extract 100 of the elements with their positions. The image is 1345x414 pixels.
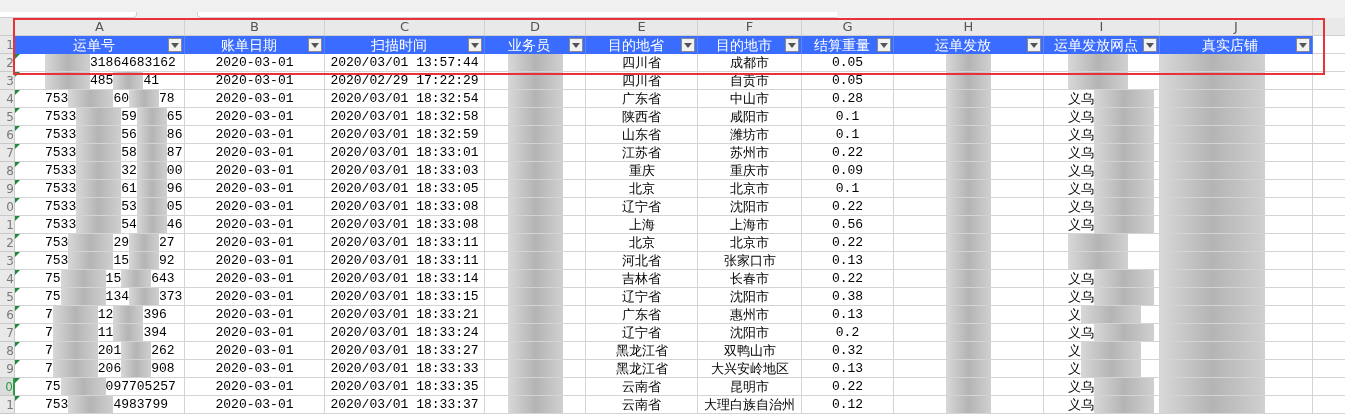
redaction-patch	[946, 306, 991, 323]
redaction-patch	[1094, 288, 1154, 305]
table-cell: 15	[113, 252, 129, 269]
redaction-patch	[121, 270, 152, 287]
filter-dropdown[interactable]	[1143, 38, 1157, 52]
filter-dropdown[interactable]	[308, 38, 322, 52]
caret-icon	[788, 42, 796, 48]
redaction-patch	[1081, 342, 1141, 359]
table-cell: 2020/03/01 18:33:14	[330, 270, 479, 287]
table-cell: 59	[121, 108, 137, 125]
table-cell: 0.1	[835, 108, 860, 125]
column-letter[interactable]: I	[1099, 20, 1104, 33]
redaction-patch	[76, 180, 122, 197]
redaction-patch	[946, 342, 991, 359]
redaction-patch	[136, 216, 167, 233]
table-cell: 643	[151, 270, 175, 287]
redaction-patch	[507, 234, 563, 251]
filter-dropdown[interactable]	[785, 38, 799, 52]
column-letter[interactable]: A	[95, 20, 104, 33]
table-cell: 潍坊市	[730, 126, 769, 143]
table-cell: 206	[97, 360, 122, 377]
table-cell: 7533	[45, 180, 77, 197]
table-cell: 义乌	[1068, 180, 1094, 197]
column-letter[interactable]: C	[399, 20, 410, 33]
table-cell: 0.22	[831, 378, 864, 395]
column-title: 运单发放网点	[1052, 38, 1139, 52]
table-cell: 2020-03-01	[215, 72, 294, 89]
redaction-patch	[1094, 180, 1154, 197]
redaction-patch	[507, 162, 563, 179]
table-cell: 2020/03/01 18:33:01	[330, 144, 479, 161]
table-cell: 陕西省	[622, 108, 661, 125]
column-title: 账单日期	[219, 38, 278, 52]
redaction-patch	[1094, 216, 1154, 233]
table-cell: 2020-03-01	[215, 54, 294, 71]
redaction-patch	[113, 324, 144, 341]
filter-dropdown[interactable]	[168, 38, 182, 52]
filter-dropdown[interactable]	[1027, 38, 1041, 52]
column-letter[interactable]: F	[745, 20, 754, 33]
filter-dropdown[interactable]	[877, 38, 891, 52]
column-letter[interactable]: H	[963, 20, 974, 33]
column-letter[interactable]: D	[530, 20, 540, 33]
table-cell: 惠州市	[730, 306, 769, 323]
redaction-patch	[507, 324, 563, 341]
table-cell: 河北省	[622, 252, 661, 269]
table-cell: 75	[45, 270, 61, 287]
redaction-patch	[946, 144, 991, 161]
table-cell: 2020/03/01 18:32:54	[330, 90, 479, 107]
table-cell: 北京	[628, 234, 655, 251]
table-cell: 753	[45, 234, 69, 251]
redaction-patch	[946, 54, 991, 71]
column-title: 扫描时间	[369, 38, 428, 52]
redaction-patch	[45, 54, 90, 71]
table-cell: 2020-03-01	[215, 360, 294, 377]
table-cell: 2020/03/01 18:33:35	[330, 378, 479, 395]
column-letter[interactable]: E	[637, 20, 646, 33]
table-cell: 2020/03/01 18:33:37	[330, 396, 479, 413]
caret-icon	[1299, 42, 1307, 48]
filter-dropdown[interactable]	[1296, 38, 1310, 52]
column-letter[interactable]: G	[842, 20, 853, 33]
redaction-patch	[946, 198, 991, 215]
table-cell: 义乌	[1068, 162, 1094, 179]
table-cell: 134	[105, 288, 129, 305]
column-letter[interactable]: B	[250, 20, 259, 33]
table-cell: 江苏省	[622, 144, 661, 161]
table-cell: 辽宁省	[622, 288, 661, 305]
table-cell: 7533	[45, 216, 77, 233]
redaction-patch	[76, 198, 122, 215]
table-cell: 96	[166, 180, 183, 197]
table-cell: 义	[1068, 342, 1081, 359]
redaction-patch	[507, 126, 563, 143]
table-cell: 义乌	[1068, 144, 1094, 161]
filter-dropdown[interactable]	[569, 38, 583, 52]
column-letter[interactable]: J	[1234, 20, 1238, 33]
column-title: 目的地省	[606, 38, 665, 52]
table-cell: 0.56	[831, 216, 864, 233]
table-cell: 黑龙江省	[615, 342, 668, 359]
table-cell: 373	[159, 288, 183, 305]
error-indicator-icon	[15, 126, 20, 131]
table-cell: 义乌	[1068, 198, 1094, 215]
redaction-patch	[136, 198, 167, 215]
table-cell: 201	[97, 342, 122, 359]
redaction-patch	[52, 324, 98, 341]
table-cell: 2020/03/01 18:32:58	[330, 108, 479, 125]
error-indicator-icon	[15, 144, 20, 149]
redaction-patch	[1081, 360, 1141, 377]
table-cell: 0.1	[835, 126, 860, 143]
table-cell: 2020/02/29 17:22:29	[330, 72, 479, 89]
column-title: 结算重量	[812, 38, 871, 52]
table-cell: 义乌	[1068, 324, 1094, 341]
filter-dropdown[interactable]	[681, 38, 695, 52]
redaction-patch	[129, 288, 159, 305]
filter-dropdown[interactable]	[468, 38, 482, 52]
table-cell: 753	[45, 90, 69, 107]
table-cell: 2020/03/01 18:33:11	[330, 234, 479, 251]
table-cell: 0.05	[831, 72, 864, 89]
caret-icon	[1146, 42, 1154, 48]
table-cell: 7	[45, 342, 53, 359]
table-cell: 12	[97, 306, 114, 323]
table-cell: 396	[143, 306, 167, 323]
table-cell: 沈阳市	[730, 198, 769, 215]
